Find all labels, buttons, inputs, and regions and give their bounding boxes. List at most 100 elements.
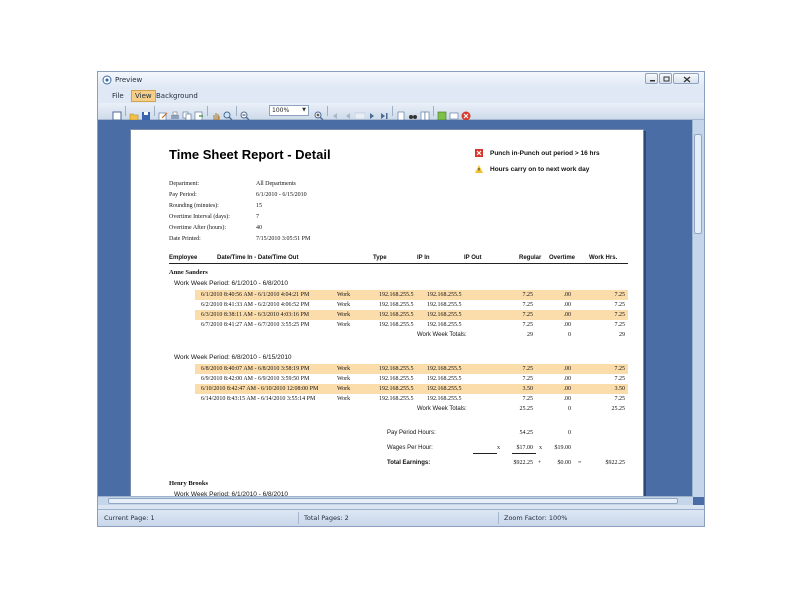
toolbar-separator <box>207 106 208 116</box>
info-key: Date Printed: <box>169 236 201 242</box>
cell-work-hrs: 7.25 <box>614 322 626 328</box>
pay-regular: 54.25 <box>519 430 534 436</box>
total-pages-status: Total Pages: 2 <box>304 514 349 522</box>
cell-datetime: 6/7/2010 8:41:27 AM - 6/7/2010 3:55:25 P… <box>201 322 310 328</box>
employee-name: Anne Sanders <box>169 269 208 276</box>
single-page-button[interactable] <box>396 106 406 121</box>
scrollbar-thumb[interactable] <box>694 134 702 234</box>
last-page-button[interactable] <box>379 106 389 119</box>
total-work-hrs: 29 <box>619 332 625 338</box>
exit-button[interactable] <box>461 106 471 121</box>
table-row: 6/9/2010 8:42:00 AM - 6/9/2010 3:59:50 P… <box>195 374 628 384</box>
col-datetime: Date/Time In - Date/Time Out <box>217 255 299 261</box>
cell-overtime: .00 <box>563 292 572 298</box>
cell-type: Work <box>337 322 351 328</box>
toolbar-separator <box>327 106 328 116</box>
scrollbar-thumb[interactable] <box>108 498 678 504</box>
cell-work-hrs: 7.25 <box>614 376 626 382</box>
pay-period-row: Pay Period Hours: 54.25 0 <box>169 428 628 438</box>
watermark-button[interactable] <box>449 106 459 120</box>
minimize-button[interactable] <box>645 73 658 84</box>
total-overtime: 0 <box>568 406 571 412</box>
restore-button[interactable] <box>659 73 672 84</box>
cell-type: Work <box>337 386 351 392</box>
table-row: 6/7/2010 8:41:27 AM - 6/7/2010 3:55:25 P… <box>195 320 628 330</box>
cell-ip-out: 192.168.255.5 <box>427 302 462 308</box>
col-work-hrs: Work Hrs. <box>589 255 618 261</box>
cell-ip-out: 192.168.255.5 <box>427 292 462 298</box>
pay-period-label: Pay Period Hours: <box>387 430 436 436</box>
cell-ip-in: 192.168.255.5 <box>379 396 414 402</box>
work-week-period: Work Week Period: 6/8/2010 - 6/15/2010 <box>174 354 292 361</box>
cell-regular: 7.25 <box>522 292 534 298</box>
find-button[interactable] <box>408 106 418 119</box>
prev-page-button[interactable] <box>343 106 353 119</box>
col-employee: Employee <box>169 255 198 261</box>
table-row: 6/3/2010 8:38:11 AM - 6/3/2010 4:03:16 P… <box>195 310 628 320</box>
hand-tool-button[interactable] <box>211 106 221 121</box>
cell-type: Work <box>337 302 351 308</box>
week-totals-label: Work Week Totals: <box>417 332 467 338</box>
cell-work-hrs: 7.25 <box>614 302 626 308</box>
cell-work-hrs: 3.50 <box>614 386 626 392</box>
earn-total: $922.25 <box>605 460 626 466</box>
week-totals-label: Work Week Totals: <box>417 406 467 412</box>
page-input[interactable] <box>354 106 366 120</box>
toolbar-separator <box>433 106 434 116</box>
cell-ip-in: 192.168.255.5 <box>379 366 414 372</box>
zoom-in-button[interactable] <box>314 106 324 121</box>
current-page-status: Current Page: 1 <box>104 514 155 522</box>
cell-ip-out: 192.168.255.5 <box>427 376 462 382</box>
preview-app-icon <box>102 75 112 85</box>
copy-button[interactable] <box>182 106 192 121</box>
wages-row: Wages Per Hour: x $17.00 x $19.00 <box>169 443 628 453</box>
color-button[interactable] <box>437 106 447 121</box>
magnifier-button[interactable] <box>223 106 233 121</box>
export-button[interactable] <box>194 106 204 121</box>
cell-regular: 7.25 <box>522 322 534 328</box>
save-button[interactable] <box>141 106 151 120</box>
vertical-scrollbar[interactable] <box>692 120 704 497</box>
cell-overtime: .00 <box>563 386 572 392</box>
cell-datetime: 6/1/2010 8:40:56 AM - 6/1/2010 4:04:21 P… <box>201 292 310 298</box>
total-overtime: 0 <box>568 332 571 338</box>
cell-ip-out: 192.168.255.5 <box>427 322 462 328</box>
title-bar: Preview <box>98 72 704 89</box>
cell-type: Work <box>337 366 351 372</box>
table-row: 6/1/2010 8:40:56 AM - 6/1/2010 4:04:21 P… <box>195 290 628 300</box>
zoom-out-button[interactable] <box>240 106 250 121</box>
restore-icon <box>663 76 670 82</box>
menu-background[interactable]: Background <box>156 92 198 100</box>
edit-button[interactable] <box>158 106 168 121</box>
chevron-down-icon[interactable]: ▼ <box>299 105 309 116</box>
cell-ip-out: 192.168.255.5 <box>427 386 462 392</box>
cell-datetime: 6/2/2010 8:41:33 AM - 6/2/2010 4:06:52 P… <box>201 302 310 308</box>
close-button[interactable] <box>673 73 699 84</box>
cell-ip-in: 192.168.255.5 <box>379 386 414 392</box>
red-x-icon <box>475 149 483 157</box>
preview-viewport[interactable]: Time Sheet Report - Detail Punch in-Punc… <box>98 120 704 505</box>
status-divider <box>498 512 499 524</box>
cell-type: Work <box>337 376 351 382</box>
multi-page-button[interactable] <box>420 106 430 121</box>
info-key: Pay Period: <box>169 192 197 198</box>
legend-text: Punch in-Punch out period > 16 hrs <box>490 150 600 157</box>
menu-view[interactable]: View <box>131 90 156 102</box>
print-button[interactable] <box>170 106 180 119</box>
total-regular: 29 <box>527 332 533 338</box>
cell-regular: 7.25 <box>522 376 534 382</box>
page-setup-button[interactable] <box>112 106 122 121</box>
menu-file[interactable]: File <box>112 92 124 100</box>
col-ip-in: IP In <box>417 255 430 261</box>
horizontal-scrollbar[interactable] <box>98 496 693 505</box>
first-page-button[interactable] <box>331 106 341 119</box>
cell-ip-in: 192.168.255.5 <box>379 302 414 308</box>
minimize-icon <box>650 80 655 82</box>
legend-text: Hours carry on to next work day <box>490 166 590 173</box>
cell-overtime: .00 <box>563 366 572 372</box>
table-row: 6/10/2010 8:42:47 AM - 6/10/2010 12:08:0… <box>195 384 628 394</box>
open-button[interactable] <box>129 106 139 121</box>
cell-overtime: .00 <box>563 322 572 328</box>
next-page-button[interactable] <box>367 106 377 119</box>
info-value: 40 <box>256 225 262 231</box>
